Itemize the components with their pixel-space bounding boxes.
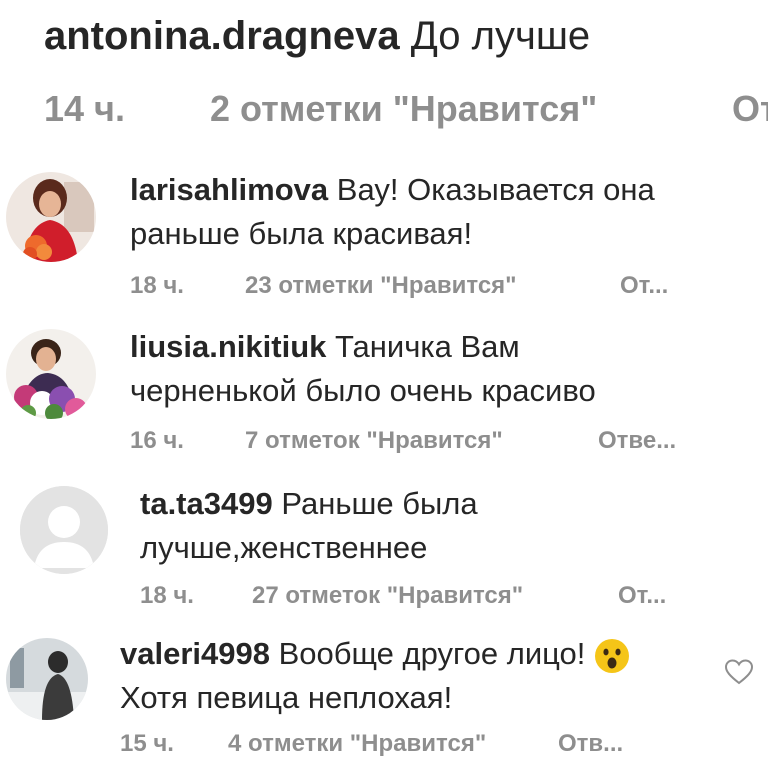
- reply-button[interactable]: Отве...: [598, 427, 676, 455]
- parent-comment-username[interactable]: antonina.dragneva: [44, 14, 400, 58]
- avatar[interactable]: [6, 172, 96, 262]
- parent-comment-body: До лучше: [410, 14, 591, 58]
- avatar[interactable]: [6, 638, 88, 720]
- parent-comment-likes[interactable]: 2 отметки "Нравится": [210, 88, 597, 130]
- comment-likes[interactable]: 7 отметок "Нравится": [245, 427, 503, 455]
- comment-text: liusia.nikitiuk Таничка Вам черненькой б…: [130, 325, 750, 413]
- comment-time: 16 ч.: [130, 427, 184, 454]
- comment-username[interactable]: ta.ta3499: [140, 486, 273, 521]
- comment-body-line1: Вообще другое лицо!: [278, 636, 586, 671]
- comment-text: valeri4998 Вообще другое лицо! Хотя певи…: [120, 632, 740, 720]
- comment-time: 18 ч.: [140, 582, 194, 609]
- comment-text: larisahlimova Вау! Оказывается она раньш…: [130, 168, 750, 256]
- comment-body-line2: Хотя певица неплохая!: [120, 680, 453, 715]
- comment-username[interactable]: valeri4998: [120, 636, 270, 671]
- heart-outline-icon[interactable]: [724, 658, 754, 686]
- comment-body-line2: лучше,женственнее: [140, 530, 428, 565]
- reply-button[interactable]: От...: [620, 272, 668, 300]
- parent-comment-text: antonina.dragneva До лучше: [44, 8, 764, 64]
- comment-time: 15 ч.: [120, 730, 174, 757]
- comment-likes[interactable]: 23 отметки "Нравится": [245, 272, 517, 300]
- parent-comment: antonina.dragneva До лучше: [44, 8, 764, 64]
- comment-body-line1: Вау! Оказывается она: [336, 172, 655, 207]
- comment-body-line2: раньше была красивая!: [130, 216, 473, 251]
- parent-comment-time: 14 ч.: [44, 88, 125, 129]
- default-avatar-icon[interactable]: [20, 486, 108, 574]
- reply-button[interactable]: Отв...: [558, 730, 623, 758]
- comment-time: 18 ч.: [130, 272, 184, 299]
- comment-username[interactable]: liusia.nikitiuk: [130, 329, 326, 364]
- comment-likes[interactable]: 4 отметки "Нравится": [228, 730, 486, 758]
- surprised-emoji-icon: [594, 638, 630, 674]
- comment-username[interactable]: larisahlimova: [130, 172, 328, 207]
- parent-comment-reply-button[interactable]: От: [732, 88, 768, 130]
- avatar[interactable]: [6, 329, 96, 419]
- comment-likes[interactable]: 27 отметок "Нравится": [252, 582, 523, 610]
- comment-text: ta.ta3499 Раньше была лучше,женственнее: [140, 482, 750, 570]
- comment-body-line2: черненькой было очень красиво: [130, 373, 596, 408]
- reply-button[interactable]: От...: [618, 582, 666, 610]
- comment-body-line1: Раньше была: [281, 486, 478, 521]
- comment-body-line1: Таничка Вам: [335, 329, 520, 364]
